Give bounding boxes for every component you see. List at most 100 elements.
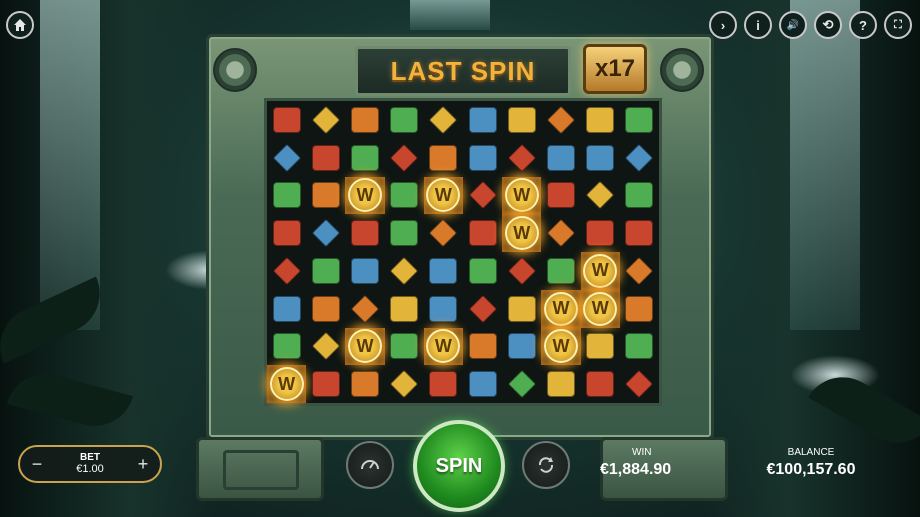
reel-cell	[385, 252, 424, 290]
reel-cell	[463, 139, 502, 177]
help-icon[interactable]: ?	[849, 11, 877, 39]
yellow-mask-symbol	[390, 295, 419, 322]
reel-cell	[306, 139, 345, 177]
info-icon[interactable]: i	[744, 11, 772, 39]
reel-cell	[424, 214, 463, 252]
gear-ornament-icon	[660, 48, 704, 92]
blue-mask-symbol	[468, 144, 497, 171]
reel-cell	[267, 101, 306, 139]
fullscreen-icon[interactable]: ⛶	[884, 11, 912, 39]
red-mask-symbol	[468, 181, 497, 210]
reel-cell	[345, 139, 384, 177]
red-mask-symbol	[625, 369, 654, 399]
balance-value: €100,157.60	[766, 461, 856, 478]
reel-cell	[581, 177, 620, 215]
reel-cell: W	[345, 328, 384, 366]
reel-cell	[502, 101, 541, 139]
history-icon[interactable]: ⟲	[814, 11, 842, 39]
reel-cell	[541, 177, 580, 215]
autoplay-button[interactable]	[522, 441, 570, 489]
red-mask-symbol	[507, 143, 536, 172]
balance-display: BALANCE €100,157.60	[756, 447, 866, 479]
chevron-right-icon[interactable]: ›	[709, 11, 737, 39]
maze-glyph-icon	[223, 450, 299, 490]
red-mask-symbol	[272, 256, 301, 286]
turbo-button[interactable]	[346, 441, 394, 489]
reel-cell	[581, 214, 620, 252]
red-mask-symbol	[350, 220, 379, 247]
reel-cell	[620, 252, 659, 290]
wild-symbol: W	[426, 329, 461, 364]
green-mask-symbol	[468, 257, 497, 284]
yellow-mask-symbol	[390, 256, 419, 286]
yellow-mask-symbol	[586, 181, 615, 210]
home-button[interactable]	[6, 11, 34, 39]
reel-cell	[502, 290, 541, 328]
orange-mask-symbol	[429, 218, 458, 248]
reel-cell	[541, 139, 580, 177]
reel-cell	[306, 365, 345, 403]
orange-mask-symbol	[311, 182, 340, 209]
reel-cell	[581, 101, 620, 139]
reel-cell	[306, 328, 345, 366]
reel-cell	[424, 101, 463, 139]
reel-cell	[620, 101, 659, 139]
red-mask-symbol	[507, 256, 536, 286]
reel-cell	[267, 177, 306, 215]
green-mask-symbol	[350, 144, 379, 171]
reel-cell	[502, 365, 541, 403]
reel-cell: W	[581, 290, 620, 328]
orange-mask-symbol	[468, 333, 497, 360]
home-icon	[14, 19, 26, 31]
yellow-mask-symbol	[390, 369, 419, 399]
blue-mask-symbol	[468, 106, 497, 133]
green-mask-symbol	[390, 220, 419, 247]
reel-cell	[620, 177, 659, 215]
reel-cell	[541, 101, 580, 139]
bet-increase-button[interactable]: +	[132, 453, 154, 475]
reel-cell	[502, 328, 541, 366]
reel-cell	[463, 101, 502, 139]
green-mask-symbol	[625, 333, 654, 360]
green-mask-symbol	[390, 333, 419, 360]
stone-plate-left	[196, 437, 324, 501]
reel-cell	[345, 365, 384, 403]
bet-decrease-button[interactable]: −	[26, 453, 48, 475]
red-mask-symbol	[311, 144, 340, 171]
reel-cell: W	[541, 290, 580, 328]
yellow-mask-symbol	[507, 295, 536, 322]
reel-cell	[502, 252, 541, 290]
green-mask-symbol	[390, 106, 419, 133]
wild-symbol: W	[583, 253, 618, 288]
red-mask-symbol	[311, 371, 340, 398]
wild-symbol: W	[543, 291, 578, 326]
reel-cell	[463, 252, 502, 290]
reel-cell	[306, 214, 345, 252]
reel-cell	[385, 101, 424, 139]
reel-cell	[424, 139, 463, 177]
orange-mask-symbol	[350, 106, 379, 133]
orange-mask-symbol	[350, 294, 380, 323]
reel-cell: W	[541, 328, 580, 366]
orange-mask-symbol	[546, 105, 576, 135]
red-mask-symbol	[586, 220, 615, 247]
spin-button[interactable]: SPIN	[413, 420, 505, 512]
green-mask-symbol	[507, 369, 536, 399]
reel-cell	[463, 177, 502, 215]
reel-cell	[345, 214, 384, 252]
wild-symbol: W	[504, 216, 539, 251]
reel-cell	[345, 101, 384, 139]
speedometer-icon	[361, 460, 379, 470]
sound-icon[interactable]: 🔊	[779, 11, 807, 39]
blue-mask-symbol	[429, 295, 458, 322]
green-mask-symbol	[272, 182, 301, 209]
reel-cell	[463, 214, 502, 252]
reel-cell	[306, 177, 345, 215]
reel-cell: W	[581, 252, 620, 290]
reel-grid: WWWWWWWWWWW	[264, 98, 662, 406]
red-mask-symbol	[272, 106, 301, 133]
reel-cell	[306, 101, 345, 139]
reel-cell	[385, 365, 424, 403]
wild-symbol: W	[426, 178, 461, 213]
reel-cell	[385, 177, 424, 215]
